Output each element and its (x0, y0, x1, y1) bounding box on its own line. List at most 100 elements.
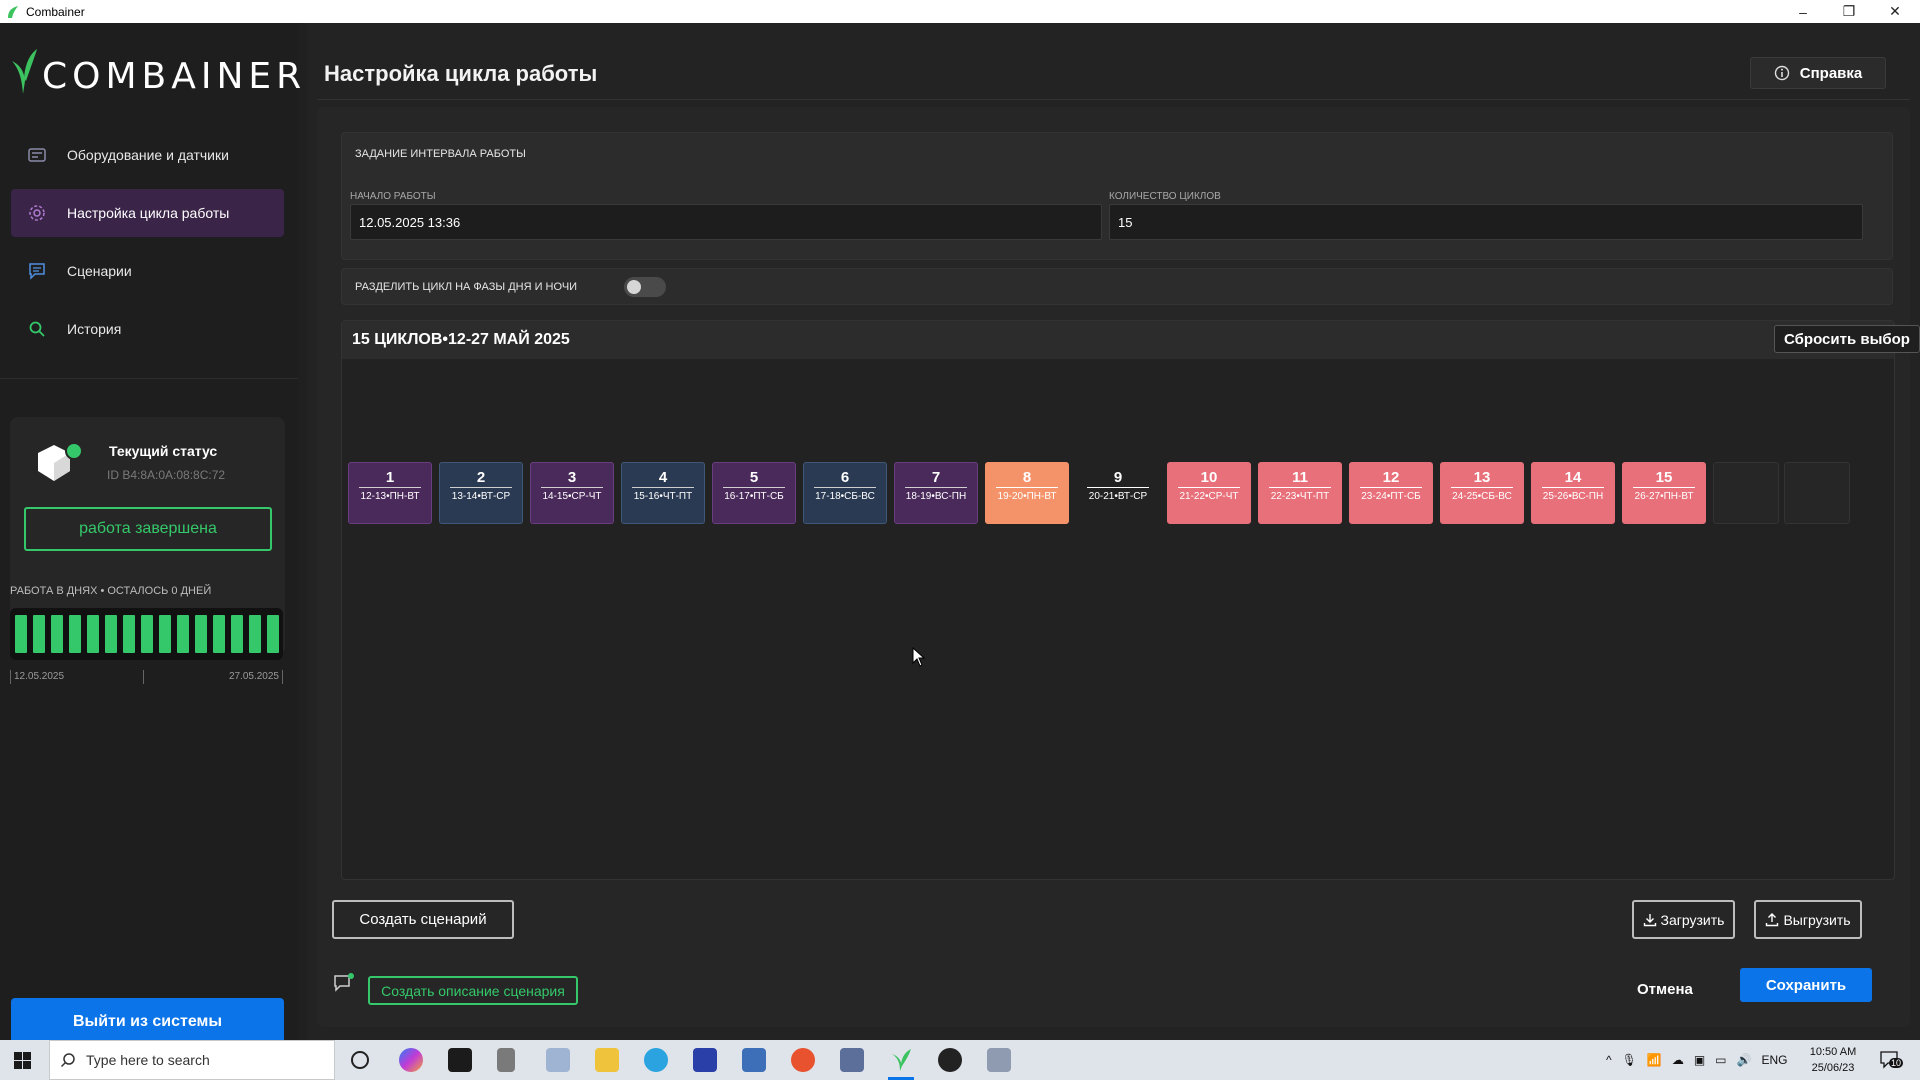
cycle-tile-13[interactable]: 13 24-25•СБ-ВС (1440, 462, 1524, 524)
tray-chevron-icon[interactable]: ^ (1606, 1053, 1612, 1067)
firefox-icon[interactable] (791, 1048, 815, 1072)
telegram-icon[interactable] (644, 1048, 668, 1072)
system-tray: ^ 🎙 📶 ☁ ▣ ▭ 🔊 ENG (1606, 1040, 1787, 1080)
windows-start-icon[interactable] (14, 1052, 31, 1069)
cycle-tile-5[interactable]: 5 16-17•ПТ-СБ (712, 462, 796, 524)
cycle-tile-2[interactable]: 2 13-14•ВТ-СР (439, 462, 523, 524)
notepad-icon[interactable] (546, 1048, 570, 1072)
python-icon[interactable] (742, 1048, 766, 1072)
cycle-tile-9[interactable]: 9 20-21•ВТ-СР (1076, 462, 1160, 524)
notifications-icon[interactable]: 10 (1880, 1050, 1904, 1070)
volume-icon[interactable]: 🔊 (1737, 1053, 1752, 1067)
cycle-number: 15 (1655, 469, 1673, 486)
cycle-tile-10[interactable]: 10 21-22•СР-ЧТ (1167, 462, 1251, 524)
sidebar-item-equipment[interactable]: Оборудование и датчики (11, 131, 284, 179)
day-night-toggle[interactable] (624, 277, 666, 297)
cycle-tile-1[interactable]: 1 12-13•ПН-ВТ (348, 462, 432, 524)
pen-icon[interactable] (497, 1048, 515, 1072)
cycle-number: 9 (1113, 469, 1123, 486)
taskbar-search-placeholder: Type here to search (86, 1052, 210, 1068)
cycles-header (342, 321, 1894, 359)
logout-button[interactable]: Выйти из системы (11, 998, 284, 1046)
cycle-tile-8[interactable]: 8 19-20•ПН-ВТ (985, 462, 1069, 524)
cycle-number: 14 (1564, 469, 1582, 486)
help-label: Справка (1799, 64, 1863, 82)
days-scale: 12.05.2025 27.05.2025 (10, 670, 283, 684)
sidebar-item-history[interactable]: История (11, 305, 284, 353)
clock-time: 10:50 AM (1809, 1046, 1857, 1058)
sidebar-item-label: История (67, 321, 122, 337)
cycle-number: 5 (749, 469, 759, 486)
cycle-number: 10 (1200, 469, 1218, 486)
unload-button[interactable]: Выгрузить (1754, 900, 1862, 939)
microphone-icon[interactable]: 🎙 (1622, 1053, 1637, 1067)
create-description-button[interactable]: Создать описание сценария (368, 976, 578, 1005)
language-indicator[interactable]: ENG (1761, 1053, 1787, 1067)
display-icon[interactable]: ▣ (1694, 1053, 1705, 1067)
sidebar-item-cycle-settings[interactable]: Настройка цикла работы (11, 189, 284, 237)
sidebar-item-scenarios[interactable]: Сценарии (11, 247, 284, 295)
load-button[interactable]: Загрузить (1632, 900, 1735, 939)
cycle-divider (814, 487, 876, 488)
download-icon (1643, 913, 1656, 926)
disk-utility-icon[interactable] (840, 1048, 864, 1072)
empty-cycle-slot (1784, 462, 1850, 524)
days-start-date: 12.05.2025 (14, 671, 65, 682)
status-state-button[interactable]: работа завершена (24, 507, 272, 551)
cycle-tile-11[interactable]: 11 22-23•ЧТ-ПТ (1258, 462, 1342, 524)
help-button[interactable]: Справка (1750, 57, 1886, 89)
cortana-icon[interactable] (351, 1051, 369, 1069)
cycle-tile-12[interactable]: 12 23-24•ПТ-СБ (1349, 462, 1433, 524)
save-button[interactable]: Сохранить (1740, 968, 1872, 1002)
load-label: Загрузить (1660, 911, 1725, 928)
taskbar-search[interactable]: Type here to search (49, 1040, 335, 1080)
create-scenario-button[interactable]: Создать сценарий (332, 900, 514, 939)
cycle-tile-14[interactable]: 14 25-26•ВС-ПН (1531, 462, 1615, 524)
unload-label: Выгрузить (1783, 911, 1851, 928)
cycle-number: 13 (1473, 469, 1491, 486)
cycle-dates: 15-16•ЧТ-ПТ (633, 491, 693, 502)
clock[interactable]: 10:50 AM 25/06/23 (1803, 1044, 1863, 1076)
network-icon[interactable]: 📶 (1647, 1053, 1662, 1067)
cycles-title: 15 ЦИКЛОВ•12-27 МАЙ 2025 (352, 331, 570, 348)
cycle-tile-3[interactable]: 3 14-15•СР-ЧТ (530, 462, 614, 524)
cycle-divider (1178, 487, 1240, 488)
cycle-dates: 21-22•СР-ЧТ (1179, 491, 1239, 502)
interval-title: ЗАДАНИЕ ИНТЕРВАЛА РАБОТЫ (355, 148, 526, 160)
comment-icon[interactable] (333, 973, 355, 993)
day-segment (248, 615, 261, 653)
dev-tool-icon[interactable] (693, 1048, 717, 1072)
reset-selection-button[interactable]: Сбросить выбор (1774, 325, 1920, 353)
cycle-tile-15[interactable]: 15 26-27•ПН-ВТ (1622, 462, 1706, 524)
sidebar-item-label: Сценарии (67, 263, 132, 279)
cycle-number: 2 (476, 469, 486, 486)
file-explorer-icon[interactable] (595, 1048, 619, 1072)
status-title: Текущий статус (109, 443, 218, 459)
equipment-icon (27, 145, 47, 165)
combainer-taskbar-icon[interactable] (890, 1048, 912, 1072)
cycle-tile-6[interactable]: 6 17-18•СБ-ВС (803, 462, 887, 524)
copilot-icon[interactable] (399, 1048, 423, 1072)
start-datetime-field[interactable]: 12.05.2025 13:36 (350, 204, 1102, 240)
page-title: Настройка цикла работы (324, 61, 598, 86)
empty-cycle-slot (1713, 462, 1779, 524)
cycle-dates: 16-17•ПТ-СБ (724, 491, 784, 502)
close-icon[interactable]: ✕ (1872, 0, 1918, 23)
terminal-icon[interactable] (448, 1048, 472, 1072)
cycle-tile-7[interactable]: 7 18-19•ВС-ПН (894, 462, 978, 524)
cycle-divider (541, 487, 603, 488)
day-segment (68, 615, 81, 653)
cancel-button[interactable]: Отмена (1637, 981, 1693, 998)
cycle-tile-4[interactable]: 4 15-16•ЧТ-ПТ (621, 462, 705, 524)
minimize-icon[interactable]: – (1780, 0, 1826, 23)
image-viewer-icon[interactable] (987, 1048, 1011, 1072)
cycles-count-field[interactable]: 15 (1109, 204, 1863, 240)
obs-icon[interactable] (938, 1048, 962, 1072)
cycle-number: 8 (1022, 469, 1032, 486)
restore-icon[interactable]: ❐ (1826, 0, 1872, 23)
day-segment (32, 615, 45, 653)
title-divider (317, 99, 1910, 100)
battery-icon[interactable]: ▭ (1715, 1053, 1726, 1067)
onedrive-icon[interactable]: ☁ (1672, 1053, 1684, 1067)
cycle-divider (1087, 487, 1149, 488)
